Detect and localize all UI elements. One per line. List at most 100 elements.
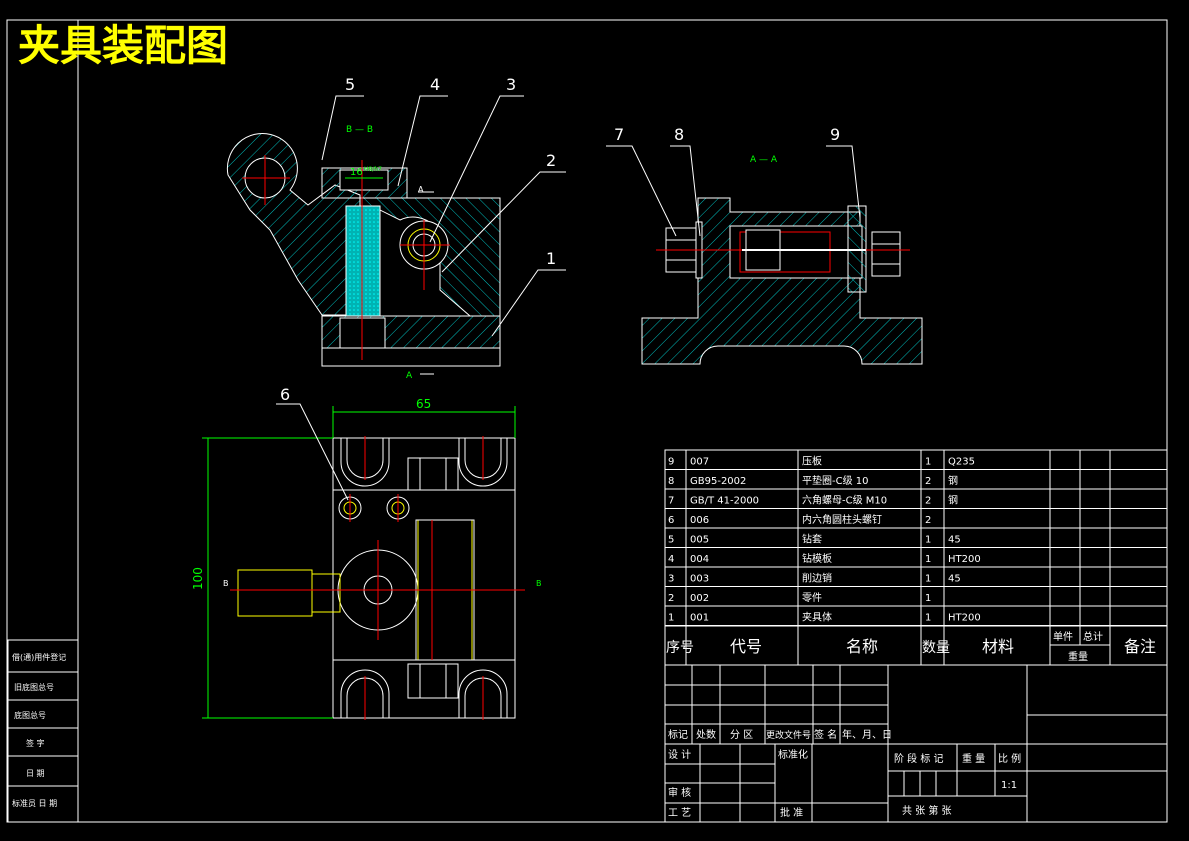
bom-cell-code: GB95-2002 bbox=[690, 476, 746, 487]
bom-cell-qty: 1 bbox=[925, 574, 931, 585]
svg-text:16: 16 bbox=[350, 167, 363, 178]
svg-text:单件: 单件 bbox=[1053, 631, 1073, 643]
bom-cell-code: 006 bbox=[690, 515, 709, 526]
bom-cell-name: 压板 bbox=[802, 455, 822, 468]
bom-cell-no: 7 bbox=[668, 496, 674, 507]
left-block-labels: 借(通)用件登记 旧底图总号 底图总号 签 字 日 期 标准员 日 期 bbox=[12, 652, 66, 808]
svg-text:B: B bbox=[223, 579, 229, 588]
front-view: B — B A A 16 H8/h7 bbox=[226, 125, 501, 381]
svg-text:总计: 总计 bbox=[1083, 630, 1103, 643]
bom-cell-material: HT200 bbox=[948, 613, 981, 624]
svg-text:H8/h7: H8/h7 bbox=[364, 166, 382, 173]
svg-text:签 名: 签 名 bbox=[814, 728, 837, 741]
svg-text:标准化: 标准化 bbox=[778, 748, 808, 761]
svg-text:标准员 日 期: 标准员 日 期 bbox=[12, 798, 57, 808]
svg-text:A: A bbox=[418, 185, 424, 194]
svg-text:数量: 数量 bbox=[922, 640, 950, 656]
leader-6 bbox=[276, 403, 349, 501]
svg-text:日 期: 日 期 bbox=[26, 769, 45, 778]
bom-cell-no: 4 bbox=[668, 554, 674, 565]
bom-cell-qty: 1 bbox=[925, 457, 931, 468]
bom-cell-no: 2 bbox=[668, 593, 674, 604]
svg-text:批 准: 批 准 bbox=[780, 806, 803, 819]
bom-cell-qty: 2 bbox=[925, 476, 931, 487]
svg-text:6: 6 bbox=[280, 385, 290, 404]
bom-cell-qty: 2 bbox=[925, 496, 931, 507]
svg-text:代号: 代号 bbox=[730, 637, 762, 656]
side-balloons: 7 8 9 bbox=[614, 125, 840, 144]
svg-text:备注: 备注 bbox=[1124, 637, 1156, 656]
svg-text:阶 段 标 记: 阶 段 标 记 bbox=[894, 752, 944, 765]
svg-text:3: 3 bbox=[506, 75, 516, 94]
left-revision-block bbox=[7, 639, 79, 823]
dim-100: 100 bbox=[191, 567, 205, 590]
title-block bbox=[664, 664, 1168, 823]
svg-text:1:1: 1:1 bbox=[1001, 780, 1017, 791]
svg-text:年、月、日: 年、月、日 bbox=[842, 728, 892, 741]
svg-text:9: 9 bbox=[830, 125, 840, 144]
bom-cell-name: 零件 bbox=[802, 592, 822, 604]
svg-text:序号: 序号 bbox=[666, 640, 694, 656]
svg-text:借(通)用件登记: 借(通)用件登记 bbox=[12, 652, 66, 662]
bom-cell-no: 3 bbox=[668, 574, 674, 585]
bom-cell-material: HT200 bbox=[948, 554, 981, 565]
bom-cell-code: 001 bbox=[690, 613, 709, 624]
svg-text:7: 7 bbox=[614, 125, 624, 144]
svg-text:A: A bbox=[406, 371, 413, 381]
bom-cell-material: Q235 bbox=[948, 457, 975, 468]
bom-cell-no: 6 bbox=[668, 515, 674, 526]
svg-text:B: B bbox=[536, 579, 542, 588]
bom-cell-material: 45 bbox=[948, 574, 961, 585]
bom-cell-code: 004 bbox=[690, 554, 709, 565]
bom-cell-no: 1 bbox=[668, 613, 674, 624]
bom-cell-no: 9 bbox=[668, 457, 674, 468]
bom-cell-qty: 1 bbox=[925, 554, 931, 565]
bom-cell-name: 钻模板 bbox=[802, 552, 832, 565]
part-2-lever bbox=[226, 133, 361, 316]
bom-cell-name: 六角螺母-C级 M10 bbox=[802, 495, 887, 507]
svg-text:比 例: 比 例 bbox=[998, 752, 1021, 765]
bom-cell-no: 5 bbox=[668, 535, 674, 546]
svg-text:5: 5 bbox=[345, 75, 355, 94]
side-view: A — A bbox=[641, 155, 923, 365]
bom-cell-code: GB/T 41-2000 bbox=[690, 496, 759, 507]
svg-text:A — A: A — A bbox=[750, 155, 778, 165]
svg-text:4: 4 bbox=[430, 75, 440, 94]
svg-text:工 艺: 工 艺 bbox=[668, 807, 691, 819]
svg-text:更改文件号: 更改文件号 bbox=[766, 729, 811, 741]
svg-text:1: 1 bbox=[546, 249, 556, 268]
svg-text:分 区: 分 区 bbox=[730, 729, 753, 741]
bom-cell-code: 007 bbox=[690, 457, 709, 468]
svg-text:共 张 第 张: 共 张 第 张 bbox=[902, 804, 952, 817]
dim-65: 65 bbox=[416, 397, 431, 411]
svg-text:重 量: 重 量 bbox=[962, 752, 985, 765]
svg-text:旧底图总号: 旧底图总号 bbox=[14, 682, 54, 692]
bom-headers: 序号 代号 名称 数量 材料 单件 总计 重量 备注 bbox=[666, 630, 1156, 663]
bom-rows: 9 007 压板 1 Q235 8 GB95-2002 平垫圈-C级 10 2 钢 7 GB/T 41… bbox=[668, 455, 981, 624]
svg-text:底图总号: 底图总号 bbox=[14, 710, 46, 720]
bom-cell-qty: 1 bbox=[925, 535, 931, 546]
bom-cell-name: 削边销 bbox=[802, 572, 832, 585]
svg-text:2: 2 bbox=[546, 151, 556, 170]
svg-text:签 字: 签 字 bbox=[26, 738, 45, 748]
bom-cell-code: 002 bbox=[690, 593, 709, 604]
bom-cell-code: 005 bbox=[690, 535, 709, 546]
svg-text:处数: 处数 bbox=[696, 728, 716, 741]
svg-text:标记: 标记 bbox=[668, 729, 688, 741]
svg-text:设 计: 设 计 bbox=[668, 748, 691, 761]
part-dotted-pin bbox=[345, 205, 381, 317]
bom-cell-material: 钢 bbox=[948, 474, 958, 487]
svg-text:名称: 名称 bbox=[846, 637, 878, 656]
bom-cell-material: 钢 bbox=[948, 494, 958, 507]
bom-cell-name: 内六角圆柱头螺钉 bbox=[802, 513, 882, 526]
assembly-drawing: 夹具装配图 借(通)用件登记 旧底图总号 底图总号 签 字 日 期 标准员 日 … bbox=[6, 19, 1168, 823]
bom-cell-name: 平垫圈-C级 10 bbox=[802, 474, 869, 487]
top-view: B B bbox=[223, 436, 542, 720]
bom-cell-qty: 1 bbox=[925, 613, 931, 624]
svg-text:材料: 材料 bbox=[982, 637, 1014, 656]
title-block-labels: 标记 处数 分 区 更改文件号 签 名 年、月、日 设 计 标准化 审 核 工 … bbox=[668, 728, 1021, 819]
bom-cell-qty: 2 bbox=[925, 515, 931, 526]
bom-row-lines bbox=[665, 469, 1167, 626]
bom-cell-material: 45 bbox=[948, 535, 961, 546]
drawing-title: 夹具装配图 bbox=[18, 21, 228, 70]
